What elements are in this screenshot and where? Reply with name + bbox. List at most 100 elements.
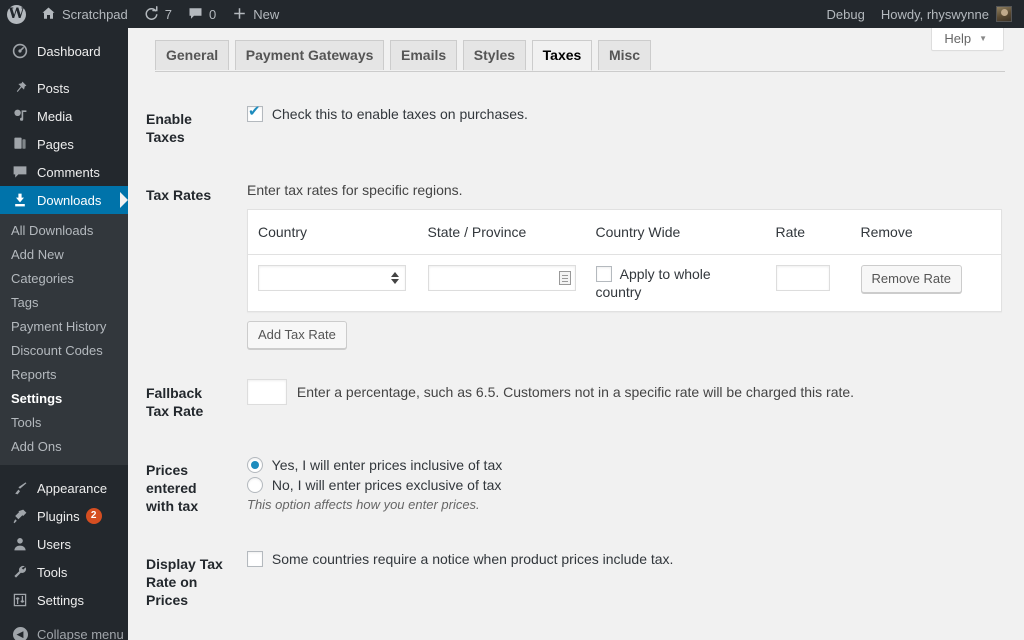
submenu-item-add-ons[interactable]: Add Ons — [0, 435, 128, 459]
apply-whole-country-label[interactable]: Apply to whole country — [596, 266, 711, 300]
settings-tab-nav: General Payment Gateways Emails Styles T… — [155, 40, 1005, 72]
submenu-item-tags[interactable]: Tags — [0, 291, 128, 315]
my-account-menu[interactable]: Howdy, rhyswynne — [873, 0, 1024, 28]
rate-input[interactable] — [775, 264, 830, 291]
plus-icon — [232, 6, 247, 23]
admin-sidebar-menu: Dashboard Posts Media Pages Comments Dow… — [0, 28, 128, 640]
tab-taxes[interactable]: Taxes — [531, 40, 593, 71]
sidebar-item-settings[interactable]: Settings — [0, 586, 128, 614]
row-fallback-tax-rate: Fallback Tax Rate Enter a percentage, su… — [146, 364, 1012, 440]
prices-exclusive-radio[interactable] — [247, 476, 263, 493]
chevron-down-icon: ▼ — [979, 34, 987, 43]
row-tax-rates: Tax Rates Enter tax rates for specific r… — [146, 166, 1012, 364]
submenu-item-payment-history[interactable]: Payment History — [0, 315, 128, 339]
prices-inclusive-label[interactable]: Yes, I will enter prices inclusive of ta… — [272, 457, 503, 473]
comments-count: 0 — [209, 6, 217, 22]
comments-menu[interactable]: 0 — [180, 0, 224, 28]
state-input-wrap — [427, 264, 576, 291]
tab-payment-gateways[interactable]: Payment Gateways — [234, 40, 385, 70]
cell-country-wide: Apply to whole country — [585, 254, 766, 312]
add-tax-rate-button[interactable]: Add Tax Rate — [247, 321, 347, 350]
content-area: Help ▼ General Payment Gateways Emails S… — [128, 28, 1024, 640]
country-select[interactable] — [258, 264, 406, 291]
comments-icon — [10, 164, 30, 180]
wrench-icon — [10, 564, 30, 580]
pin-icon — [10, 80, 30, 96]
label-display-tax-rate-on-prices: Display Tax Rate on Prices — [146, 556, 223, 609]
col-country-wide: Country Wide — [585, 209, 766, 255]
sidebar-item-media[interactable]: Media — [0, 102, 128, 130]
radio-option-inclusive: Yes, I will enter prices inclusive of ta… — [247, 456, 1002, 474]
sidebar-item-plugins[interactable]: Plugins 2 — [0, 502, 128, 530]
sidebar-item-posts[interactable]: Posts — [0, 74, 128, 102]
sidebar-item-tools[interactable]: Tools — [0, 558, 128, 586]
submenu-item-reports[interactable]: Reports — [0, 363, 128, 387]
admin-bar: W Scratchpad 7 0 New Debug Howdy, rhyswy… — [0, 0, 1024, 28]
sidebar-label: Comments — [37, 164, 100, 180]
enable-taxes-checkbox[interactable] — [247, 104, 263, 122]
updates-icon — [144, 5, 159, 23]
label-prices-entered-with-tax: Prices entered with tax — [146, 461, 199, 514]
sidebar-label: Tools — [37, 564, 68, 580]
new-content-menu[interactable]: New — [224, 0, 287, 28]
apply-whole-country-checkbox[interactable] — [595, 265, 612, 282]
col-state: State / Province — [417, 209, 586, 255]
help-tab-button[interactable]: Help ▼ — [931, 28, 1004, 51]
sidebar-item-users[interactable]: Users — [0, 530, 128, 558]
submenu-item-settings[interactable]: Settings — [0, 387, 128, 411]
cell-country — [247, 254, 418, 312]
cell-rate — [765, 254, 851, 312]
sidebar-item-comments[interactable]: Comments — [0, 158, 128, 186]
tab-styles[interactable]: Styles — [462, 40, 527, 70]
site-name-label: Scratchpad — [62, 6, 128, 22]
home-icon — [41, 6, 56, 23]
sidebar-item-pages[interactable]: Pages — [0, 130, 128, 158]
enable-taxes-checkbox-label[interactable]: Check this to enable taxes on purchases. — [272, 106, 528, 122]
avatar — [996, 6, 1012, 22]
sidebar-item-appearance[interactable]: Appearance — [0, 474, 128, 502]
comment-bubble-icon — [188, 6, 203, 23]
col-country: Country — [247, 209, 418, 255]
submenu-item-tools[interactable]: Tools — [0, 411, 128, 435]
updates-menu[interactable]: 7 — [136, 0, 180, 28]
tab-emails[interactable]: Emails — [390, 40, 458, 70]
fallback-tax-rate-input[interactable] — [247, 379, 287, 406]
display-tax-rate-checkbox[interactable] — [247, 551, 263, 568]
submenu-item-discount-codes[interactable]: Discount Codes — [0, 339, 128, 363]
row-prices-entered-with-tax: Prices entered with tax Yes, I will ente… — [146, 441, 1012, 536]
download-icon — [10, 192, 30, 208]
tax-rates-header-row: Country State / Province Country Wide Ra… — [247, 209, 1002, 255]
field-prices-entered-with-tax: Yes, I will enter prices inclusive of ta… — [237, 441, 1012, 536]
site-name-menu[interactable]: Scratchpad — [33, 0, 136, 28]
remove-rate-button[interactable]: Remove Rate — [860, 264, 962, 293]
submenu-item-categories[interactable]: Categories — [0, 267, 128, 291]
display-tax-rate-checkbox-label[interactable]: Some countries require a notice when pro… — [272, 551, 674, 567]
col-rate: Rate — [765, 209, 851, 255]
collapse-arrow-icon: ◀ — [10, 626, 30, 640]
state-input[interactable] — [427, 264, 576, 291]
sidebar-label: Media — [37, 108, 73, 124]
submenu-item-all-downloads[interactable]: All Downloads — [0, 219, 128, 243]
field-fallback-tax-rate: Enter a percentage, such as 6.5. Custome… — [237, 364, 1012, 440]
collapse-menu-button[interactable]: ◀ Collapse menu — [0, 620, 128, 640]
help-tab-label: Help — [944, 31, 972, 46]
prices-exclusive-label[interactable]: No, I will enter prices exclusive of tax — [272, 477, 502, 493]
menu-spacer-2 — [0, 465, 128, 474]
user-icon — [10, 536, 30, 552]
media-icon — [10, 108, 30, 124]
field-display-tax-rate-on-prices: Some countries require a notice when pro… — [237, 535, 1012, 630]
wp-logo-menu[interactable]: W — [0, 0, 33, 28]
submenu-item-add-new[interactable]: Add New — [0, 243, 128, 267]
sidebar-item-dashboard[interactable]: Dashboard — [0, 37, 128, 65]
prices-inclusive-radio[interactable] — [247, 456, 263, 473]
pages-icon — [10, 136, 30, 152]
row-display-tax-rate-on-prices: Display Tax Rate on Prices Some countrie… — [146, 535, 1012, 630]
sidebar-label: Pages — [37, 136, 74, 152]
sidebar-label: Plugins — [37, 508, 80, 524]
screen-meta-links: Help ▼ — [931, 28, 1004, 51]
sidebar-item-downloads[interactable]: Downloads — [0, 186, 128, 214]
debug-menu[interactable]: Debug — [819, 0, 873, 28]
tax-rates-table: Country State / Province Country Wide Ra… — [247, 208, 1002, 313]
tab-misc[interactable]: Misc — [597, 40, 652, 70]
tab-general[interactable]: General — [155, 40, 230, 70]
